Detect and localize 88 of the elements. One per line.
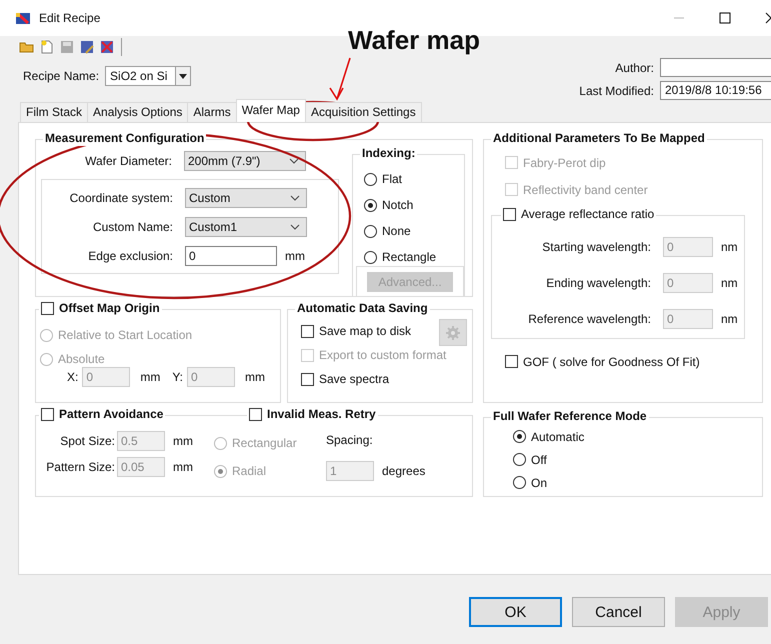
unit-label: nm	[721, 276, 738, 290]
save-as-icon[interactable]	[79, 39, 95, 55]
radio-label: Rectangle	[382, 250, 436, 264]
radio-label: Notch	[382, 198, 414, 212]
radio-button[interactable]	[364, 250, 377, 264]
chevron-icon	[290, 224, 300, 230]
unit-label: mm	[173, 434, 193, 448]
unit-label: nm	[721, 240, 738, 254]
radio-label: On	[531, 476, 548, 490]
unit-label: nm	[721, 312, 738, 326]
checkbox-label: Export to custom format	[319, 348, 446, 362]
dropdown[interactable]: Custom1	[185, 216, 307, 236]
checkbox[interactable]	[505, 355, 518, 368]
checkbox[interactable]	[249, 408, 262, 421]
checkbox-label: Reflectivity band center	[523, 182, 648, 196]
field-label: Spot Size:	[59, 434, 115, 448]
unit-label: degrees	[382, 464, 426, 478]
radio-button[interactable]	[513, 430, 526, 443]
dropdown[interactable]: Custom	[185, 188, 307, 208]
radio-button[interactable]	[364, 198, 377, 212]
checkbox[interactable]	[301, 372, 314, 386]
maximize-icon[interactable]	[719, 12, 731, 24]
field-label: Coordinate system:	[68, 190, 173, 204]
field-label: Last Modified:	[579, 84, 654, 98]
group-title: Pattern Avoidance	[59, 407, 164, 422]
window-title: Edit Recipe	[39, 11, 100, 25]
input-field[interactable]: 0	[185, 246, 277, 266]
group-title: Automatic Data Saving	[295, 301, 430, 316]
radio-label: Relative to Start Location	[58, 328, 192, 342]
radio-button[interactable]	[513, 476, 526, 489]
field-label: X:	[67, 370, 78, 384]
caret-icon	[179, 74, 188, 78]
radio-label: Flat	[382, 172, 402, 186]
checkbox-label: GOF ( solve for Goodness Of Fit)	[523, 354, 700, 368]
field-label: Starting wavelength:	[541, 240, 651, 254]
field-label: Pattern Size:	[45, 460, 115, 474]
dialog-button[interactable]: OK	[469, 597, 562, 627]
field-label: Ending wavelength:	[545, 276, 651, 290]
input-field[interactable]: 2019/8/8 10:19:56	[660, 81, 771, 100]
field-label: Custom Name:	[92, 220, 173, 234]
group-title: Invalid Meas. Retry	[267, 407, 376, 422]
dialog-button[interactable]: Cancel	[572, 597, 665, 627]
unit-label: mm	[140, 370, 160, 384]
group-title: Measurement Configuration	[43, 131, 206, 146]
checkbox[interactable]	[503, 208, 516, 221]
field-label: Edge exclusion:	[87, 248, 173, 262]
group-title: Offset Map Origin	[59, 301, 160, 316]
app-icon	[15, 10, 31, 26]
checkbox-label: Save spectra	[319, 372, 390, 386]
dropdown[interactable]: 200mm (7.9")	[184, 151, 306, 171]
annotation-label: Wafer map	[348, 25, 480, 55]
radio-label: Off	[531, 452, 547, 466]
group-title: Average reflectance ratio	[521, 207, 654, 222]
field-label: Recipe Name:	[23, 69, 100, 83]
input-field[interactable]	[660, 58, 771, 77]
radio-button[interactable]	[364, 172, 377, 186]
field-label: Reference wavelength:	[527, 312, 651, 326]
radio-label: Automatic	[531, 430, 584, 444]
field-label: Y:	[172, 370, 184, 384]
radio-label: Radial	[232, 464, 266, 478]
radio-label: None	[382, 224, 411, 238]
checkbox[interactable]	[41, 302, 54, 315]
group-title: Indexing:	[360, 146, 418, 161]
gear-icon	[445, 324, 461, 340]
radio-button[interactable]	[364, 224, 377, 238]
unit-label: mm	[245, 370, 266, 384]
tab[interactable]: Acquisition Settings	[304, 102, 422, 122]
unit-label: mm	[285, 248, 305, 262]
annotation-arrow	[329, 58, 351, 101]
checkbox[interactable]	[41, 408, 54, 421]
checkbox[interactable]	[301, 324, 314, 338]
new-file-icon[interactable]	[39, 39, 55, 55]
chevron-icon	[290, 194, 300, 200]
radio-label: Absolute	[58, 352, 105, 366]
field-label: Author:	[615, 60, 654, 74]
delete-icon[interactable]	[99, 39, 115, 55]
field-label: Spacing:	[326, 433, 374, 447]
field-label: Wafer Diameter:	[84, 154, 172, 168]
checkbox-label: Fabry-Perot dip	[523, 156, 606, 170]
tab[interactable]: Film Stack	[20, 102, 88, 122]
tab[interactable]: Wafer Map	[236, 99, 306, 122]
unit-label: mm	[173, 460, 193, 474]
dropdown[interactable]: SiO2 on Si	[105, 66, 192, 86]
radio-button[interactable]	[513, 453, 526, 466]
chevron-icon	[289, 158, 299, 164]
group-title: Additional Parameters To Be Mapped	[491, 131, 707, 146]
checkbox-label: Save map to disk	[319, 324, 412, 338]
radio-label: Rectangular	[232, 436, 297, 450]
